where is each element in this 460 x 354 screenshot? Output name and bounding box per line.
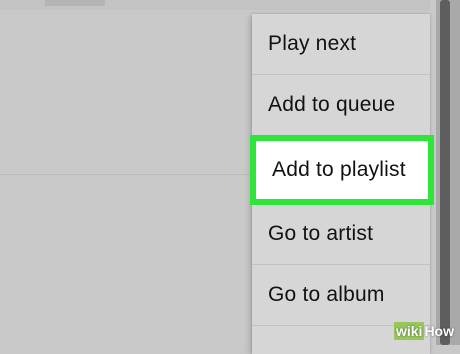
menu-item-go-to-artist[interactable]: Go to artist <box>252 204 430 265</box>
scrollbar-thumb[interactable] <box>440 0 450 345</box>
menu-item-label: Add to playlist <box>272 158 406 181</box>
list-divider <box>0 174 252 175</box>
menu-item-label: Add to queue <box>268 93 396 116</box>
wikihow-watermark: wiki How <box>393 322 454 340</box>
menu-item-label: Play next <box>268 32 357 55</box>
top-list-row[interactable] <box>0 0 430 10</box>
context-menu: Play next Add to queue Add to playlist G… <box>250 14 434 354</box>
menu-item-label: Go to artist <box>268 222 374 245</box>
menu-item-play-next[interactable]: Play next <box>252 14 430 75</box>
menu-item-add-to-playlist[interactable]: Add to playlist <box>250 135 434 205</box>
menu-item-label: Go to album <box>268 283 385 306</box>
top-row-thumbnail <box>45 0 105 6</box>
menu-item-go-to-album[interactable]: Go to album <box>252 265 430 326</box>
watermark-how: How <box>424 323 454 339</box>
menu-item-add-to-queue[interactable]: Add to queue <box>252 75 430 136</box>
watermark-wiki: wiki <box>393 322 425 340</box>
